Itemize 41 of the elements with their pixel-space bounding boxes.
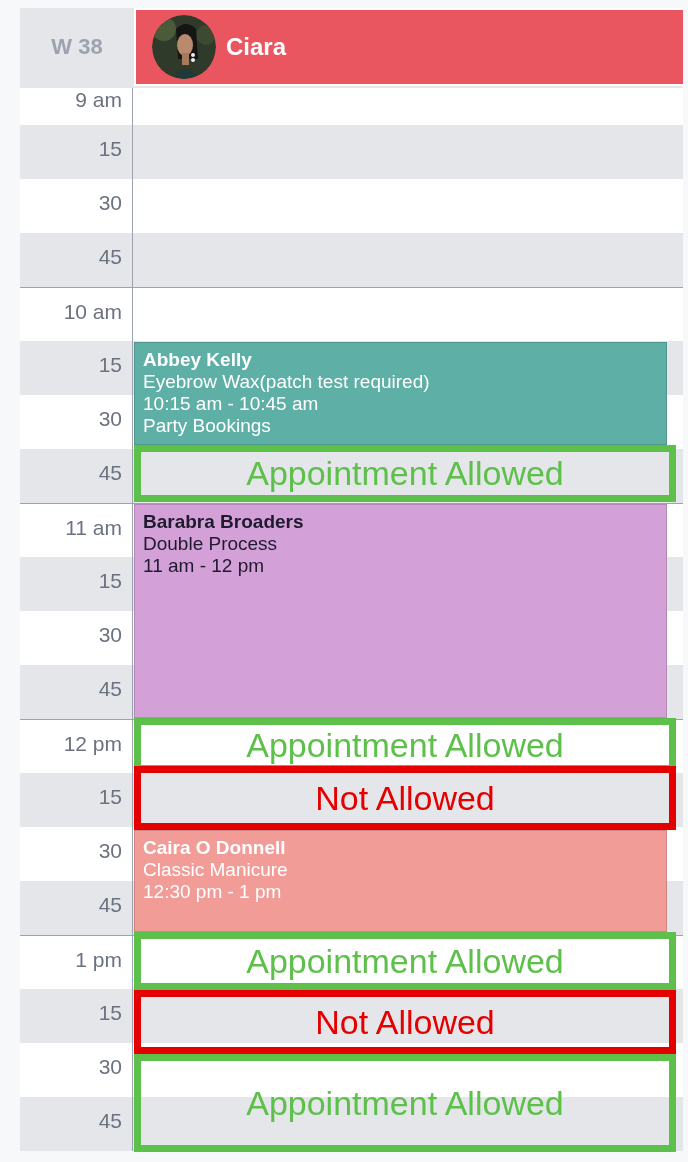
time-label: 10 am <box>63 300 122 323</box>
time-label: 45 <box>98 245 122 268</box>
time-label: 30 <box>98 623 122 646</box>
appointment-detail: Double Process <box>143 533 278 555</box>
appointment-detail: Party Bookings <box>143 415 271 437</box>
appointment-detail: 11 am - 12 pm <box>143 555 265 577</box>
appointment-card[interactable]: Barabra Broaders Double Process 11 am - 12 pm <box>134 504 667 718</box>
client-name: Abbey Kelly <box>143 349 252 371</box>
client-name: Caira O Donnell <box>143 837 286 859</box>
time-label: 15 <box>98 353 122 376</box>
staff-name: Ciara <box>226 33 287 61</box>
time-label: 15 <box>98 569 122 592</box>
client-name: Barabra Broaders <box>143 511 304 533</box>
time-label: 45 <box>98 677 122 700</box>
staff-header[interactable]: Ciara <box>136 10 683 84</box>
time-label: 9 am <box>75 88 122 111</box>
time-label: 30 <box>98 407 122 430</box>
time-label: 45 <box>98 1109 122 1132</box>
appointment-detail: Eyebrow Wax(patch test required) <box>143 371 430 393</box>
time-label: 30 <box>98 1055 122 1078</box>
appointment-card[interactable]: Caira O Donnell Classic Manicure 12:30 pm - 1 pm <box>134 830 667 932</box>
time-label: 30 <box>98 191 122 214</box>
time-label: 1 pm <box>75 948 122 971</box>
allowed-marker: Appointment Allowed <box>134 445 676 502</box>
time-label: 30 <box>98 839 122 862</box>
appointment-detail: 10:15 am - 10:45 am <box>143 393 319 415</box>
time-label: 11 am <box>65 516 122 539</box>
allowed-marker: Appointment Allowed <box>134 932 676 990</box>
time-label: 15 <box>98 1001 122 1024</box>
week-number: W 38 <box>51 34 103 60</box>
appointment-detail: 12:30 pm - 1 pm <box>143 881 282 903</box>
time-label: 15 <box>98 785 122 808</box>
not-allowed-marker: Not Allowed <box>134 766 676 830</box>
time-label: 15 <box>98 137 122 160</box>
time-label: 45 <box>98 461 122 484</box>
time-label: 12 pm <box>63 732 122 755</box>
not-allowed-marker: Not Allowed <box>134 990 676 1054</box>
allowed-marker: Appointment Allowed <box>134 1054 676 1152</box>
time-label: 45 <box>98 893 122 916</box>
appointment-card[interactable]: Abbey Kelly Eyebrow Wax(patch test required) 10:15 am - 10:45 am Party Bookings <box>134 342 667 445</box>
appointment-detail: Classic Manicure <box>143 859 288 881</box>
